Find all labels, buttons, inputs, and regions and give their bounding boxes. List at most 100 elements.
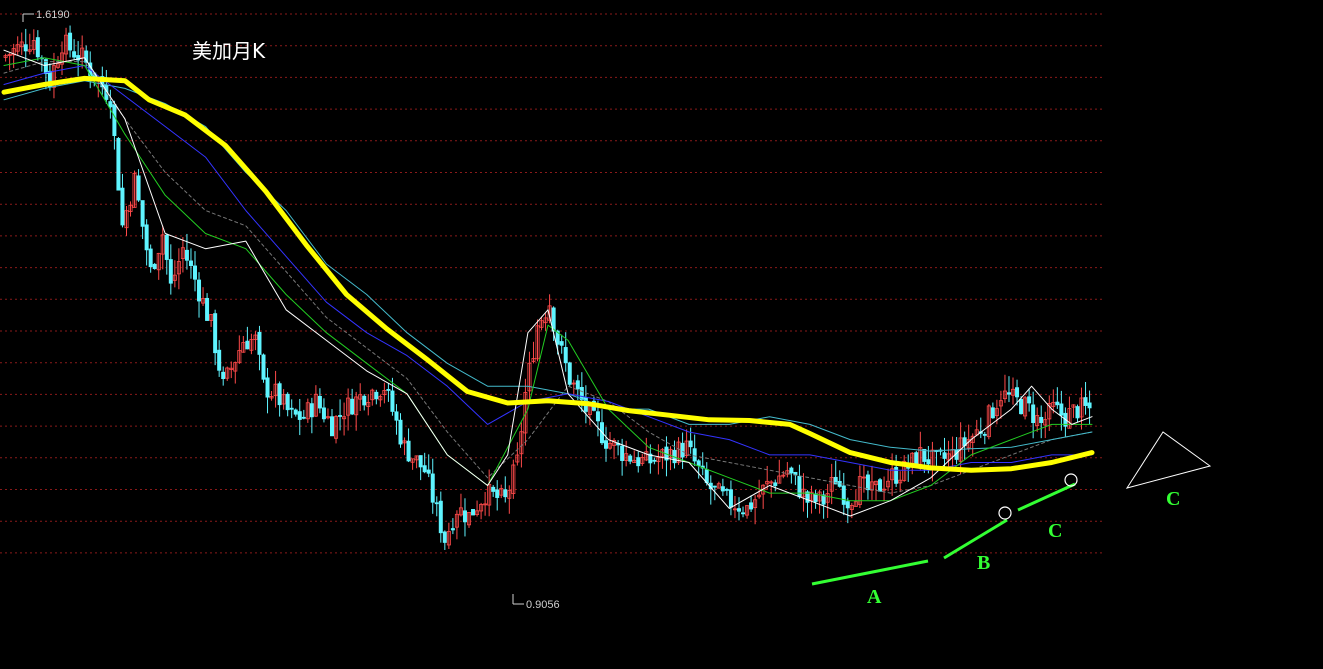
- annotation-a: A: [867, 586, 882, 608]
- bear-candle: [221, 371, 226, 380]
- bear-candle: [942, 452, 947, 459]
- bear-candle: [197, 279, 202, 302]
- bear-candle: [1055, 401, 1060, 406]
- trendline-c: [1017, 482, 1076, 512]
- bear-candle: [797, 475, 802, 498]
- bear-candle: [990, 407, 995, 419]
- bear-candle: [789, 467, 794, 474]
- bear-candle: [362, 395, 367, 406]
- ma-gray-line: [3, 61, 1093, 494]
- bear-candle: [422, 465, 427, 473]
- bear-candle: [491, 486, 496, 492]
- bear-candle: [720, 486, 725, 492]
- bear-candle: [1087, 402, 1092, 409]
- bear-candle: [35, 37, 40, 58]
- annotation-c-triangle: C: [1166, 488, 1180, 510]
- bear-candle: [148, 248, 153, 268]
- bear-candle: [426, 469, 431, 474]
- bear-candle: [567, 362, 572, 385]
- low-price-marker: 0.9056: [512, 594, 560, 611]
- bear-candle: [1006, 392, 1011, 395]
- bear-candle: [217, 349, 222, 371]
- bear-candle: [692, 448, 697, 462]
- bear-candle: [68, 32, 73, 51]
- bear-candle: [108, 101, 113, 108]
- bear-candle: [112, 104, 117, 136]
- bear-candle: [152, 263, 157, 269]
- bear-candle: [736, 508, 741, 512]
- bear-candle: [394, 411, 399, 421]
- bear-candle: [845, 501, 850, 509]
- bear-candle: [1083, 397, 1088, 406]
- bear-candle: [503, 489, 508, 498]
- bear-candle: [398, 419, 403, 445]
- bear-candle: [184, 249, 189, 261]
- bear-candle: [277, 383, 282, 406]
- high-price-label: 1.6190: [36, 9, 70, 21]
- bear-candle: [813, 493, 818, 503]
- bear-candle: [329, 416, 334, 437]
- bear-candle: [213, 313, 218, 354]
- bear-candle: [168, 259, 173, 284]
- bear-candle: [636, 457, 641, 467]
- bear-candle: [205, 297, 210, 321]
- bear-candle: [688, 440, 693, 448]
- bear-candle: [289, 407, 294, 410]
- bear-candle: [724, 489, 729, 491]
- bear-candle: [257, 331, 262, 355]
- bear-candle: [495, 489, 500, 498]
- bear-candle: [261, 354, 266, 380]
- bear-candle: [386, 389, 391, 391]
- bear-candle: [1031, 404, 1036, 424]
- bear-candle: [120, 187, 125, 226]
- bear-candle: [245, 340, 250, 350]
- bear-candle: [1019, 398, 1024, 415]
- bear-candle: [749, 502, 754, 510]
- bear-candle: [390, 390, 395, 412]
- bear-candle: [620, 445, 625, 461]
- bear-candle: [1039, 416, 1044, 424]
- bear-candle: [140, 200, 145, 227]
- bear-candle: [116, 138, 121, 191]
- bear-candle: [595, 411, 600, 422]
- bear-candle: [1027, 396, 1032, 404]
- triangle-shape: [1125, 431, 1212, 489]
- bear-candle: [628, 455, 633, 462]
- trendline-b: [943, 518, 1008, 560]
- bear-candle: [23, 44, 28, 52]
- bear-candle: [442, 531, 447, 543]
- bear-candle: [144, 224, 149, 251]
- ma-green-line: [3, 57, 1093, 502]
- bear-candle: [1015, 387, 1020, 398]
- bear-candle: [741, 512, 746, 515]
- annotation-c: C: [1048, 520, 1062, 542]
- bear-candle: [192, 265, 197, 280]
- bear-candle: [680, 442, 685, 458]
- touch-circle-1: [998, 506, 1012, 520]
- bear-candle: [293, 409, 298, 415]
- bear-candle: [559, 341, 564, 346]
- bear-candle: [72, 51, 77, 58]
- bear-candle: [1075, 406, 1080, 419]
- bear-candle: [563, 347, 568, 364]
- bear-candle: [841, 485, 846, 505]
- bear-candle: [374, 391, 379, 400]
- bear-candle: [878, 479, 883, 492]
- trendline-a: [811, 559, 929, 586]
- bear-candle: [430, 473, 435, 503]
- bear-candle: [696, 460, 701, 466]
- price-chart: 美加月K 1.6190 0.9056 A B C C: [0, 9, 1212, 611]
- bear-candle: [338, 415, 343, 417]
- bear-candle: [297, 411, 302, 420]
- bear-candle: [285, 393, 290, 411]
- high-price-marker: 1.6190: [22, 9, 70, 22]
- bear-candle: [712, 485, 717, 488]
- bear-candle: [471, 509, 476, 516]
- bear-candle: [865, 474, 870, 491]
- bear-candle: [1059, 403, 1064, 416]
- bear-candle: [301, 416, 306, 419]
- bear-candle: [579, 386, 584, 401]
- bear-candle: [438, 500, 443, 534]
- bear-candle: [265, 377, 270, 398]
- bear-candle: [350, 398, 355, 415]
